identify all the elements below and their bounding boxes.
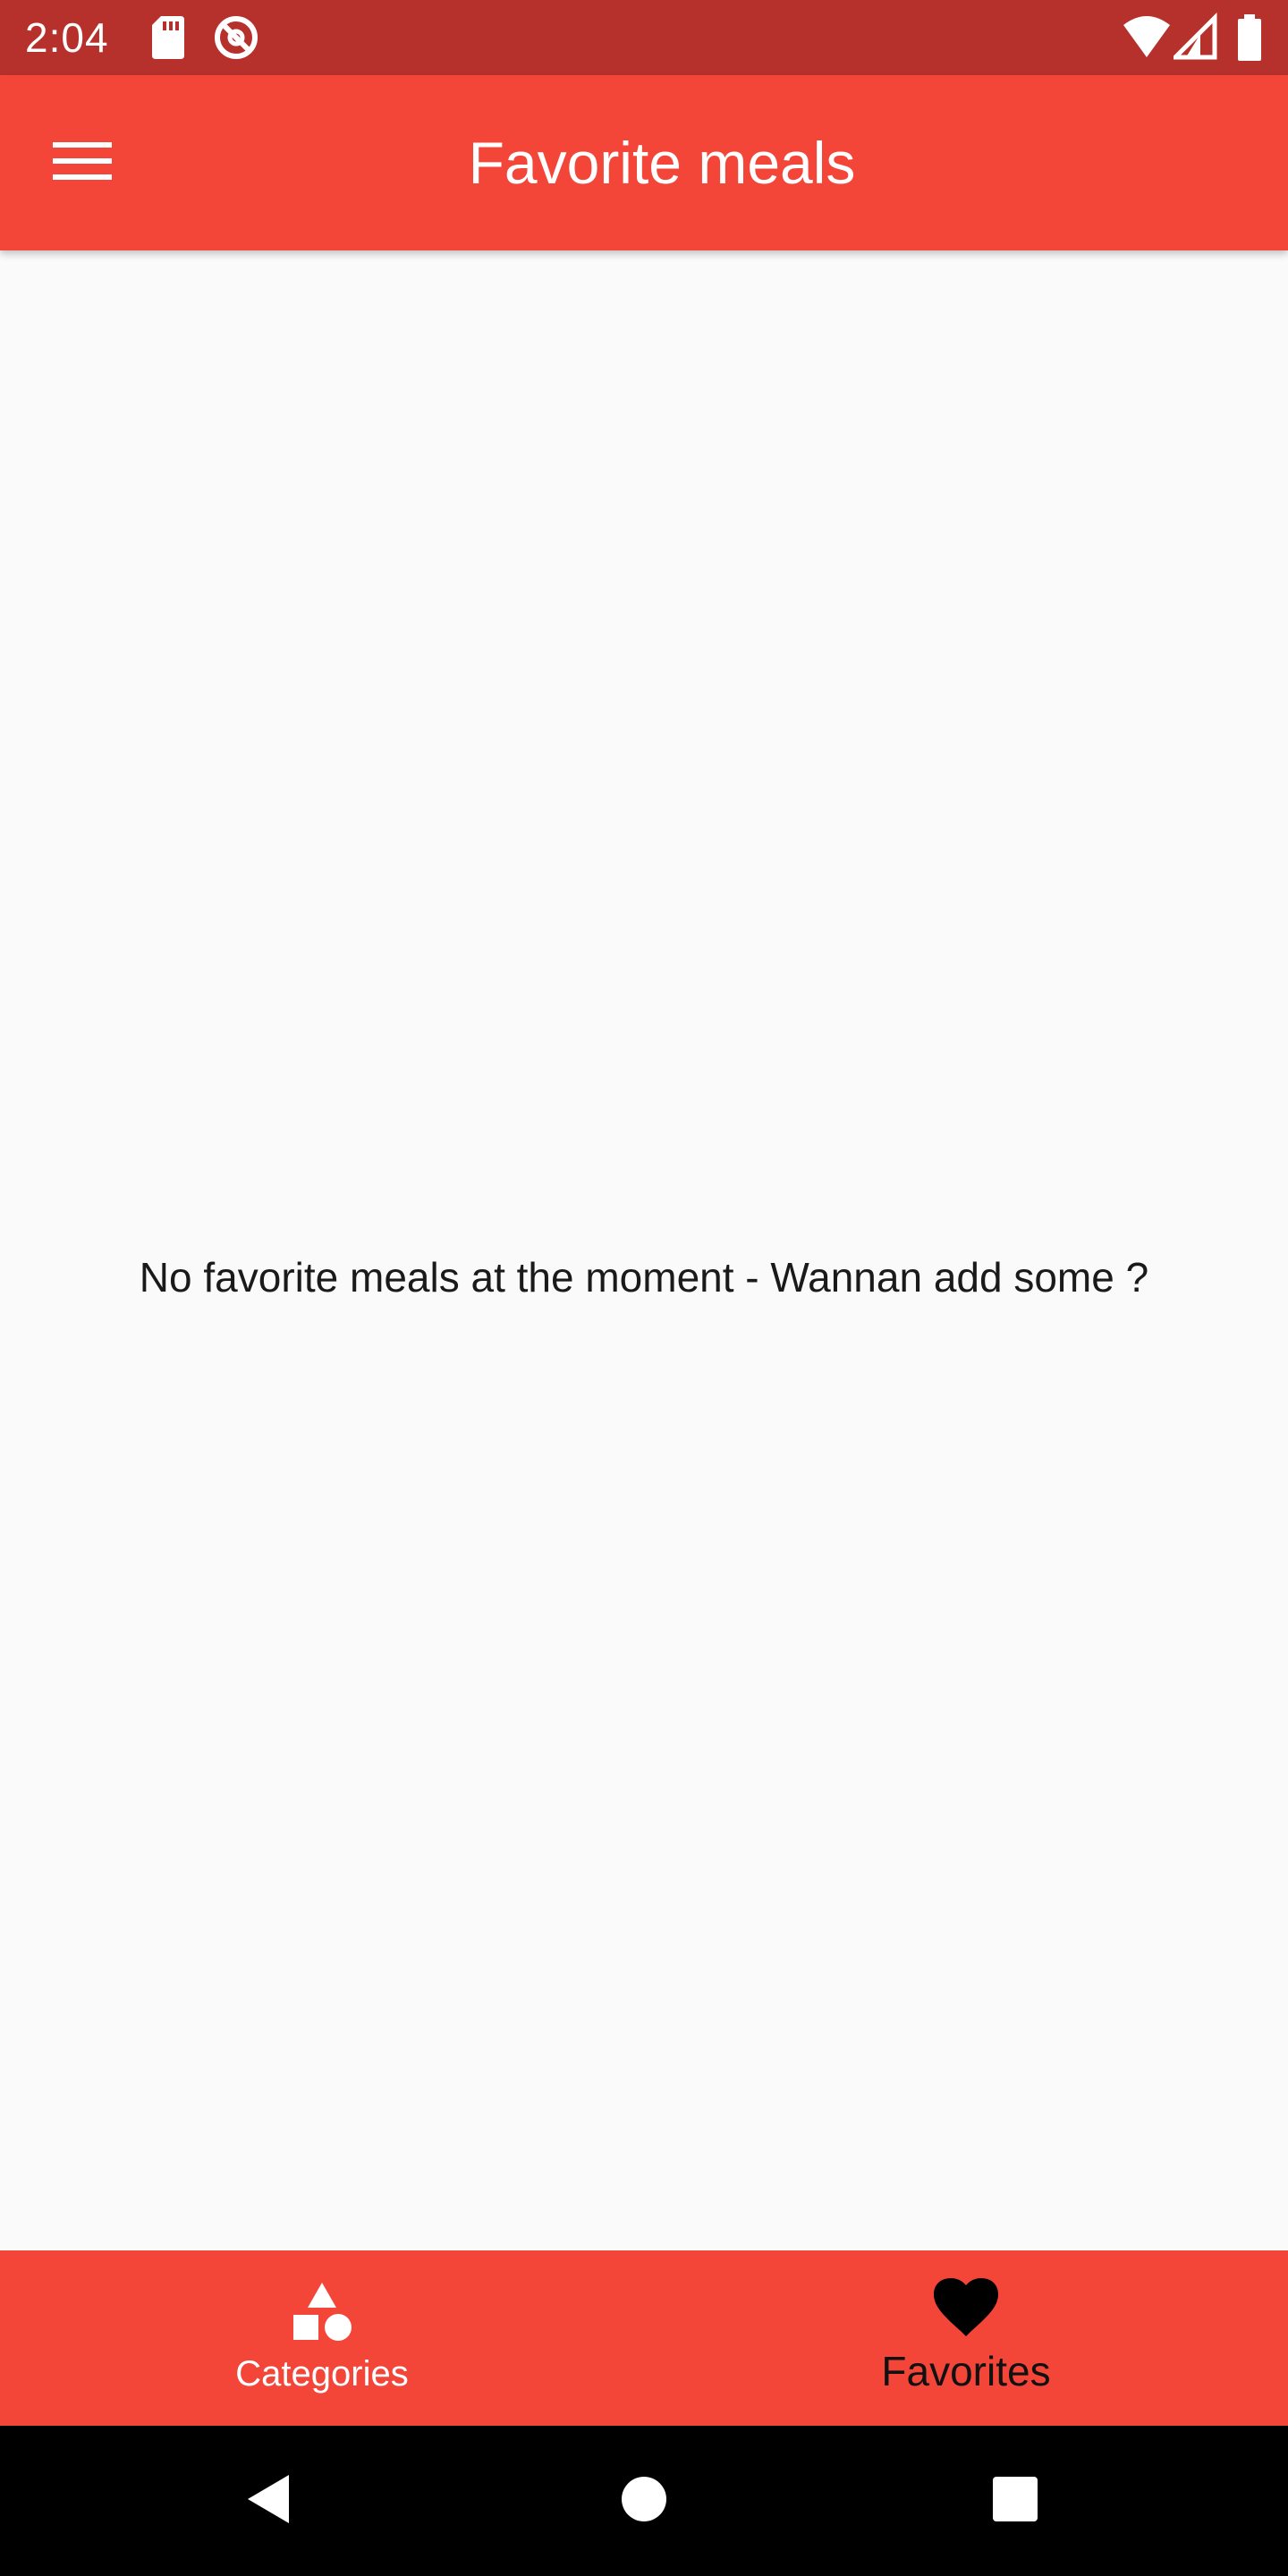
battery-icon [1234, 13, 1265, 67]
tab-favorites[interactable]: Favorites [644, 2250, 1288, 2426]
wifi-icon [1122, 13, 1172, 67]
back-button[interactable] [233, 2465, 305, 2537]
system-navigation-bar [0, 2426, 1288, 2576]
categories-icon [290, 2281, 354, 2350]
tab-categories[interactable]: Categories [0, 2250, 644, 2426]
recents-icon [991, 2475, 1039, 2528]
status-bar: 2:04 [0, 0, 1288, 75]
empty-state-message: No favorite meals at the moment - Wannan… [139, 1254, 1149, 1301]
heart-icon [932, 2277, 1000, 2343]
main-content: No favorite meals at the moment - Wannan… [0, 250, 1288, 2250]
tab-favorites-label: Favorites [881, 2348, 1051, 2394]
tab-categories-label: Categories [235, 2354, 409, 2394]
sd-card-icon [150, 13, 186, 67]
cell-signal-icon [1169, 12, 1218, 67]
hamburger-menu-icon [53, 140, 112, 186]
back-icon [242, 2471, 296, 2531]
do-not-disturb-icon [211, 13, 261, 67]
home-icon [619, 2474, 669, 2529]
menu-button[interactable] [39, 120, 125, 206]
page-title: Favorite meals [468, 130, 856, 196]
recents-button[interactable] [979, 2465, 1051, 2537]
status-time: 2:04 [25, 14, 109, 61]
bottom-navigation: Categories Favorites [0, 2250, 1288, 2426]
app-bar: Favorite meals [0, 75, 1288, 250]
home-button[interactable] [608, 2465, 680, 2537]
